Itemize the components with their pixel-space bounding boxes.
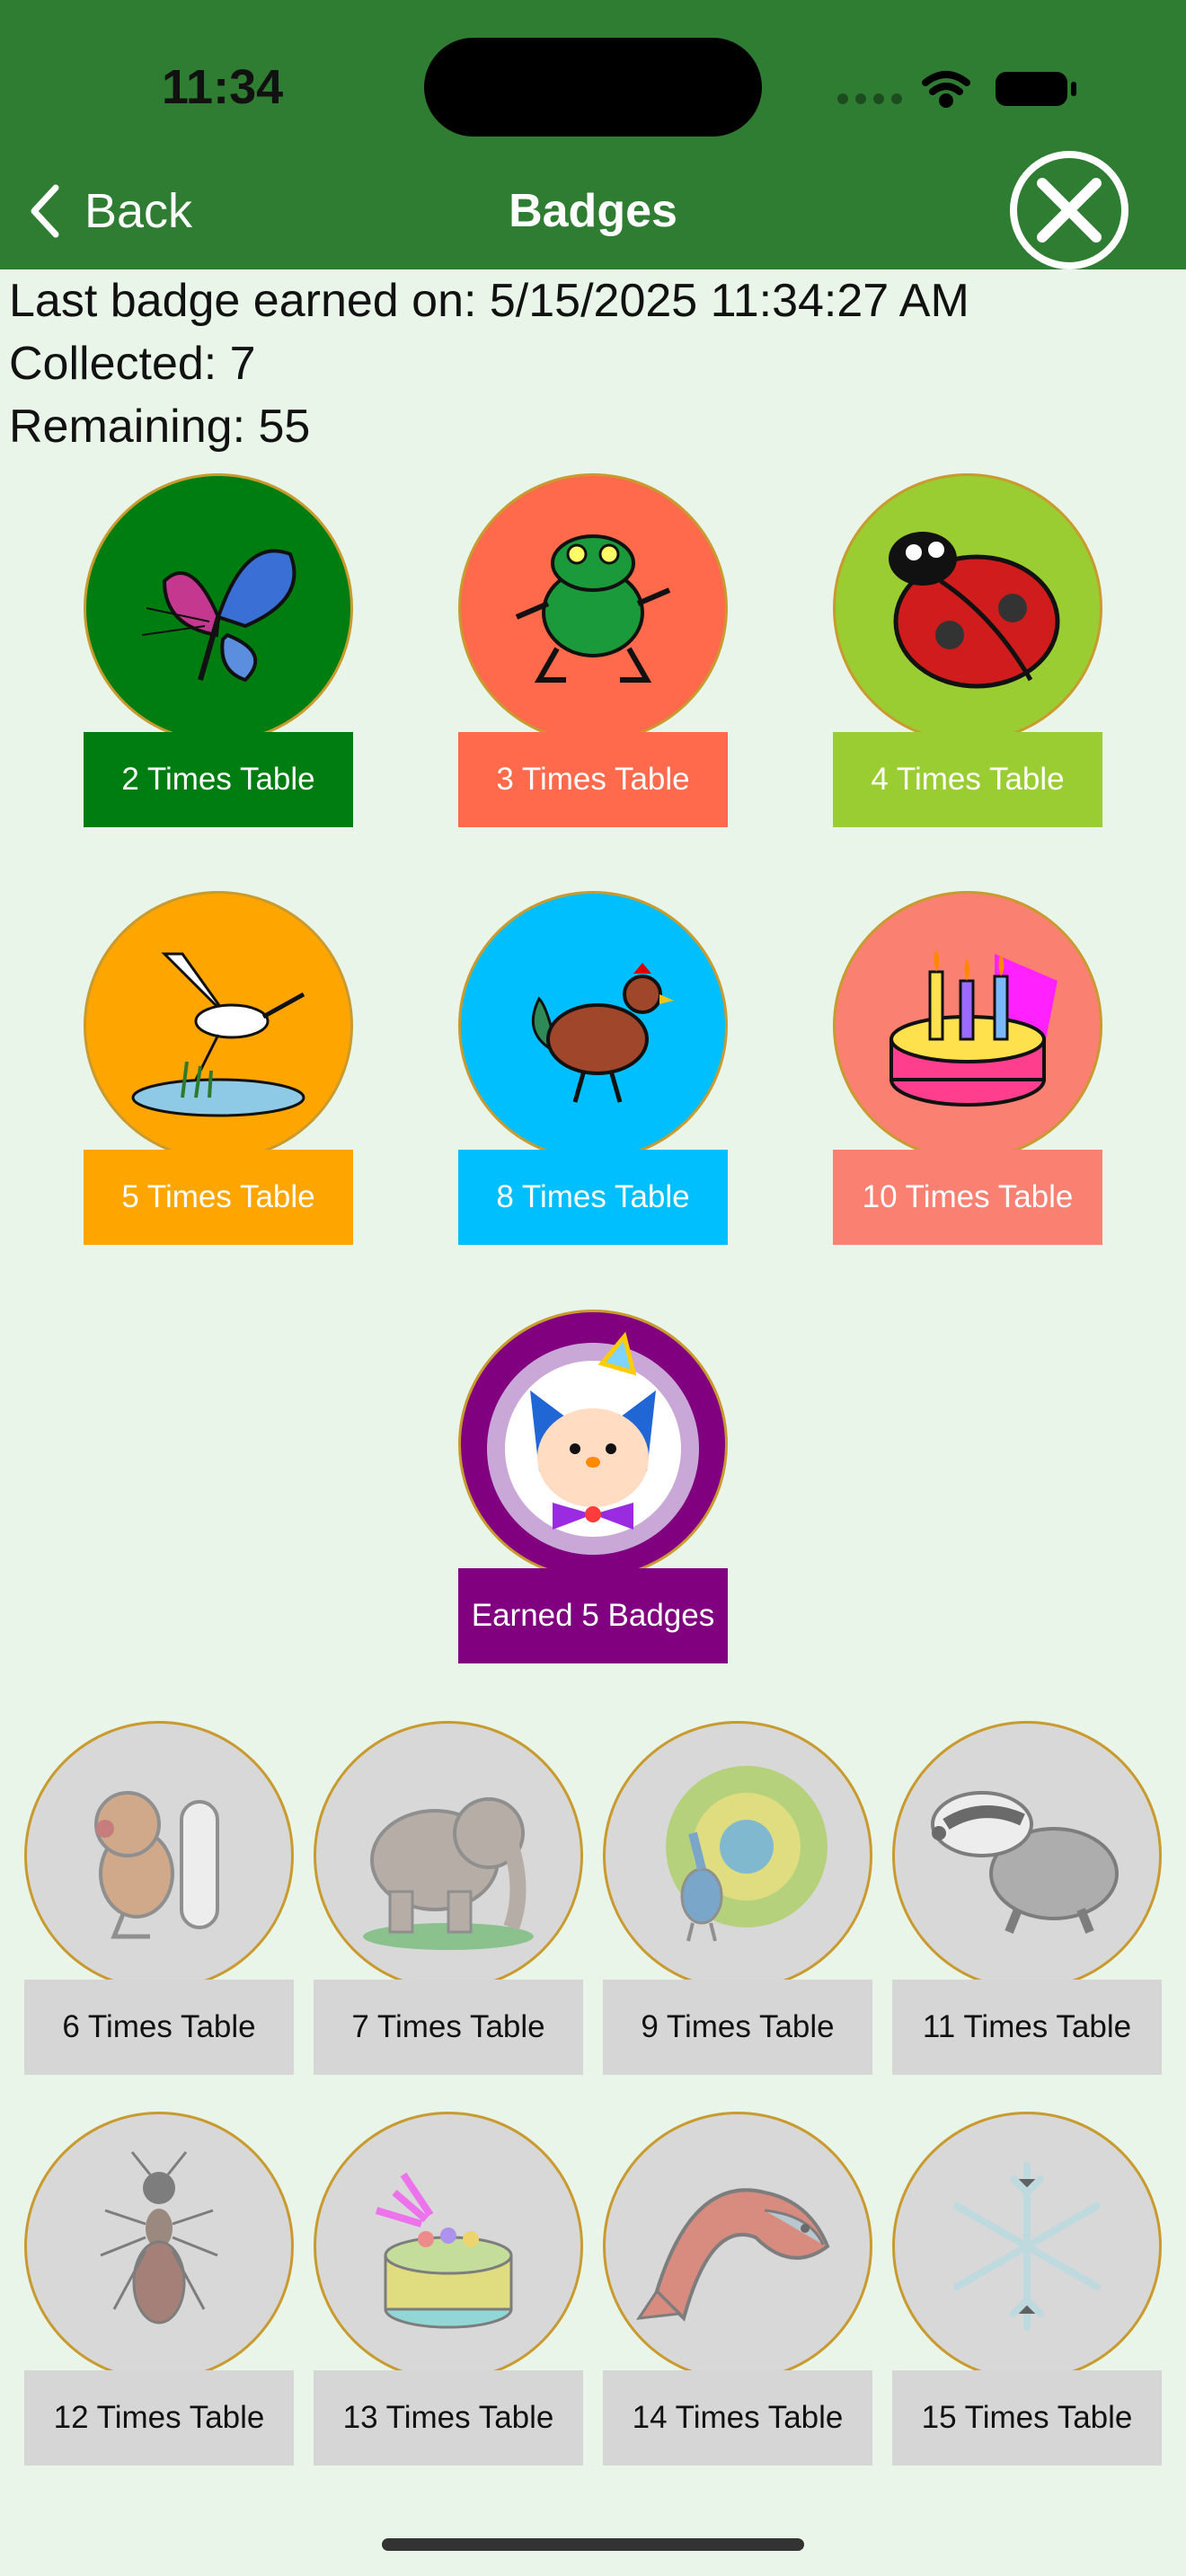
battery-icon: [996, 72, 1076, 106]
badge-label: 13 Times Table: [314, 2370, 583, 2466]
badge-11-times-table[interactable]: 11 Times Table: [892, 1721, 1162, 2075]
badge-circle: [458, 891, 728, 1160]
badge-circle: [24, 2112, 294, 2381]
badge-label: 10 Times Table: [833, 1150, 1102, 1245]
badge-label: 6 Times Table: [24, 1980, 294, 2075]
badger-icon: [931, 1791, 1119, 1934]
badge-label: 9 Times Table: [603, 1980, 872, 2075]
badge-4-times-table[interactable]: 4 Times Table: [833, 473, 1102, 827]
badge-circle: [24, 1721, 294, 1990]
badge-circle: [458, 1310, 728, 1579]
badge-circle: [84, 891, 353, 1160]
signal-icon: [837, 93, 902, 104]
badge-15-times-table[interactable]: 15 Times Table: [892, 2112, 1162, 2466]
home-indicator[interactable]: [382, 2538, 804, 2551]
badge-circle: [892, 1721, 1162, 1990]
badge-label: 14 Times Table: [603, 2370, 872, 2466]
badge-circle: [458, 473, 728, 743]
badge-7-times-table[interactable]: 7 Times Table: [314, 1721, 583, 2075]
salmon-icon: [635, 2188, 830, 2322]
header: 11:34 Back Badges: [0, 0, 1186, 269]
badge-label: 8 Times Table: [458, 1150, 728, 1245]
badge-label: 15 Times Table: [892, 2370, 1162, 2466]
badge-9-times-table[interactable]: 9 Times Table: [603, 1721, 872, 2075]
badge-circle: [603, 1721, 872, 1990]
badge-3-times-table[interactable]: 3 Times Table: [458, 473, 728, 827]
heron-icon: [131, 952, 305, 1117]
dynamic-island: [424, 38, 762, 137]
badge-14-times-table[interactable]: 14 Times Table: [603, 2112, 872, 2466]
badge-8-times-table[interactable]: 8 Times Table: [458, 891, 728, 1245]
collected-count: Collected: 7: [9, 338, 256, 390]
badge-circle: [84, 473, 353, 743]
peacock-icon: [666, 1766, 828, 1942]
badge-circle: [314, 1721, 583, 1990]
rooster-icon: [531, 963, 674, 1103]
remaining-count: Remaining: 55: [9, 401, 311, 453]
badge-label: Earned 5 Badges: [458, 1568, 728, 1663]
badge-label: 2 Times Table: [84, 732, 353, 827]
last-earned-text: Last badge earned on: 5/15/2025 11:34:27…: [9, 275, 969, 327]
frog-icon: [515, 534, 671, 683]
badge-label: 4 Times Table: [833, 732, 1102, 827]
badge-6-times-table[interactable]: 6 Times Table: [24, 1721, 294, 2075]
badge-12-times-table[interactable]: 12 Times Table: [24, 2112, 294, 2466]
badge-13-times-table[interactable]: 13 Times Table: [314, 2112, 583, 2466]
badge-label: 7 Times Table: [314, 1980, 583, 2075]
badge-circle: [603, 2112, 872, 2381]
butterfly-icon: [141, 549, 296, 683]
snowflake-icon: [953, 2162, 1101, 2331]
badge-label: 3 Times Table: [458, 732, 728, 827]
ant-icon: [100, 2151, 218, 2325]
badge-10-times-table[interactable]: 10 Times Table: [833, 891, 1102, 1245]
ladybug-icon: [889, 532, 1060, 689]
badge-label: 12 Times Table: [24, 2370, 294, 2466]
wifi-icon: [922, 71, 970, 108]
badge-2-times-table[interactable]: 2 Times Table: [84, 473, 353, 827]
badge-circle: [833, 473, 1102, 743]
badge-5-times-table[interactable]: 5 Times Table: [84, 891, 353, 1245]
cake-icon: [375, 2172, 513, 2329]
badge-label: 11 Times Table: [892, 1980, 1162, 2075]
status-icons: [836, 65, 1087, 110]
close-icon: [1010, 151, 1128, 269]
party-cat-icon: [487, 1331, 699, 1555]
badge-circle: [892, 2112, 1162, 2381]
dog-bone-icon: [94, 1791, 219, 1939]
birthday-cake-icon: [890, 949, 1058, 1107]
close-button[interactable]: [1006, 151, 1132, 269]
elephant-icon: [363, 1797, 534, 1950]
badge-label: 5 Times Table: [84, 1150, 353, 1245]
status-time: 11:34: [162, 60, 284, 114]
badge-earned-5-badges[interactable]: Earned 5 Badges: [458, 1310, 728, 1663]
badge-circle: [314, 2112, 583, 2381]
badge-circle: [833, 891, 1102, 1160]
